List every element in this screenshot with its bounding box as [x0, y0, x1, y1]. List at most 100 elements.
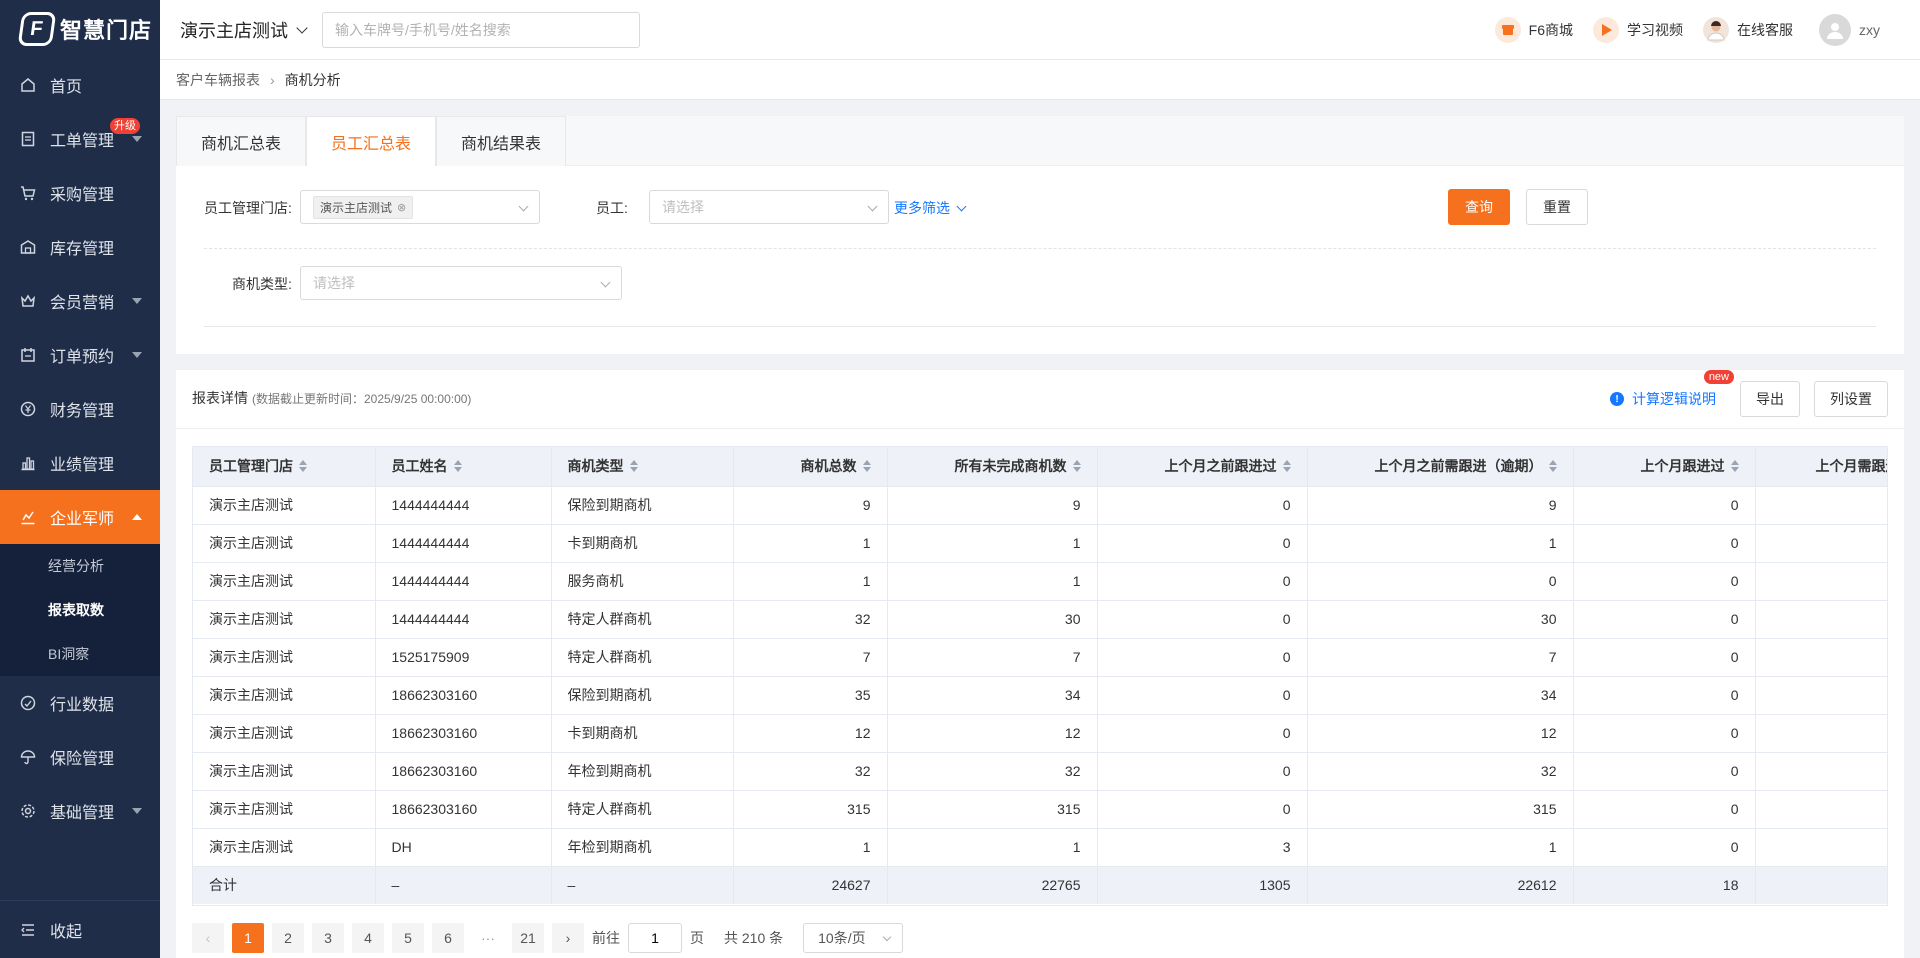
- column-header[interactable]: 商机类型: [551, 447, 734, 486]
- breadcrumb-parent[interactable]: 客户车辆报表: [176, 70, 260, 90]
- report-table-wrapper[interactable]: 员工管理门店 员工姓名 商机类型 商机总数 所有未完成商机数 上个月之前跟进过 …: [192, 446, 1888, 906]
- sub-item-bi-insight[interactable]: BI洞察: [0, 632, 160, 676]
- online-service-label: 在线客服: [1737, 22, 1793, 38]
- column-header[interactable]: 员工姓名: [375, 447, 552, 486]
- sort-icon[interactable]: [1282, 460, 1291, 473]
- table-cell: 演示主店测试: [193, 561, 376, 600]
- sidebar-item-insurance[interactable]: 保险管理: [0, 730, 160, 784]
- column-header[interactable]: 商机总数: [733, 447, 888, 486]
- table-cell: [1755, 865, 1887, 904]
- sidebar-item-member[interactable]: 会员营销: [0, 274, 160, 328]
- page-ellipsis[interactable]: ···: [472, 923, 504, 953]
- table-cell: 合计: [193, 865, 376, 904]
- crown-icon: [20, 293, 36, 309]
- page-button[interactable]: 5: [392, 923, 424, 953]
- more-filters-link[interactable]: 更多筛选: [894, 198, 967, 218]
- sidebar-item-performance[interactable]: 业绩管理: [0, 436, 160, 490]
- store-filter-select[interactable]: 演示主店测试 ⊗: [300, 190, 540, 224]
- column-header[interactable]: 上个月之前跟进过: [1097, 447, 1308, 486]
- table-cell: 0: [1573, 713, 1756, 752]
- column-header[interactable]: 所有未完成商机数: [887, 447, 1098, 486]
- page-button[interactable]: 21: [512, 923, 544, 953]
- prev-page-button[interactable]: ‹: [192, 923, 224, 953]
- table-cell: 0: [1307, 561, 1574, 600]
- next-page-button[interactable]: ›: [552, 923, 584, 953]
- sidebar-item-home[interactable]: 首页: [0, 58, 160, 112]
- page-size-select[interactable]: 10条/页: [803, 923, 904, 953]
- document-icon: [20, 131, 36, 147]
- global-search-input[interactable]: [322, 11, 640, 48]
- table-cell: 特定人群商机: [551, 789, 734, 828]
- column-header[interactable]: 员工管理门店: [193, 447, 376, 486]
- page-button[interactable]: 2: [272, 923, 304, 953]
- employee-filter-label: 员工:: [596, 200, 628, 216]
- sub-item-business-analysis[interactable]: 经营分析: [0, 544, 160, 588]
- calc-logic-link[interactable]: ! 计算逻辑说明: [1610, 389, 1716, 409]
- table-cell: 0: [1573, 485, 1756, 524]
- type-filter-label: 商机类型:: [232, 276, 292, 292]
- user-menu[interactable]: zxy: [1819, 14, 1880, 46]
- logo[interactable]: F 智慧门店: [0, 0, 160, 58]
- table-cell: 24627: [733, 865, 888, 904]
- table-cell: 34: [1307, 675, 1574, 714]
- table-cell: 3: [1097, 827, 1308, 866]
- sort-icon[interactable]: [1072, 460, 1081, 473]
- query-button[interactable]: 查询: [1448, 189, 1510, 225]
- sidebar-item-finance[interactable]: 财务管理: [0, 382, 160, 436]
- column-header[interactable]: 上个月跟进过: [1573, 447, 1756, 486]
- table-row: 演示主店测试 DH 年检到期商机 1 1 3 1 0: [193, 827, 1887, 866]
- store-filter-tag[interactable]: 演示主店测试 ⊗: [313, 195, 414, 219]
- employee-filter-select[interactable]: 请选择: [649, 190, 889, 224]
- reset-button[interactable]: 重置: [1526, 189, 1588, 225]
- sidebar-collapse-button[interactable]: 收起: [0, 900, 160, 958]
- sort-icon[interactable]: [1548, 460, 1557, 473]
- chevron-right-icon: ›: [270, 71, 275, 88]
- page-button[interactable]: 4: [352, 923, 384, 953]
- sort-icon[interactable]: [629, 460, 638, 473]
- online-service-link[interactable]: 在线客服: [1703, 17, 1793, 43]
- page-button[interactable]: 3: [312, 923, 344, 953]
- type-filter-select[interactable]: 请选择: [300, 266, 622, 300]
- table-row: 演示主店测试 18662303160 卡到期商机 12 12 0 12 0: [193, 713, 1887, 752]
- learning-video-link[interactable]: 学习视频: [1593, 17, 1683, 43]
- sidebar-item-basic[interactable]: 基础管理: [0, 784, 160, 838]
- page-button[interactable]: 6: [432, 923, 464, 953]
- column-settings-button[interactable]: 列设置: [1814, 381, 1888, 417]
- sidebar-item-purchase[interactable]: 采购管理: [0, 166, 160, 220]
- column-header[interactable]: 上个月需跟进: [1755, 447, 1887, 486]
- table-cell: 1: [733, 827, 888, 866]
- table-cell: 演示主店测试: [193, 827, 376, 866]
- page-button[interactable]: 1: [232, 923, 264, 953]
- sidebar-item-advisor[interactable]: 企业军师: [0, 490, 160, 544]
- sidebar-item-industry[interactable]: 行业数据: [0, 676, 160, 730]
- tab-employee-summary[interactable]: 员工汇总表: [306, 116, 437, 166]
- column-header[interactable]: 上个月之前需跟进（逾期）: [1307, 447, 1574, 486]
- sort-icon[interactable]: [1730, 460, 1739, 473]
- table-cell: 0: [1097, 523, 1308, 562]
- sort-icon[interactable]: [453, 460, 462, 473]
- sidebar-item-label: 保险管理: [50, 751, 115, 768]
- sidebar-item-label: 首页: [50, 79, 83, 96]
- f6-mall-link[interactable]: F6商城: [1494, 17, 1573, 43]
- sidebar-item-workorder[interactable]: 工单管理 升级: [0, 112, 160, 166]
- close-icon[interactable]: ⊗: [397, 201, 406, 214]
- table-cell: 1444444444: [375, 599, 552, 638]
- advisor-submenu: 经营分析 报表取数 BI洞察: [0, 544, 160, 676]
- table-cell: 34: [887, 675, 1098, 714]
- sort-icon[interactable]: [299, 460, 307, 473]
- sidebar-item-inventory[interactable]: 库存管理: [0, 220, 160, 274]
- collapse-label: 收起: [50, 923, 83, 941]
- export-button[interactable]: 导出: [1740, 381, 1800, 417]
- goto-page-input[interactable]: [628, 923, 682, 953]
- pagination: ‹ 1 2 3 4 5 6 ··· 21 › 前往 页 共 210 条 10条/…: [192, 922, 904, 954]
- tab-opportunity-result[interactable]: 商机结果表: [436, 116, 567, 166]
- sidebar-item-label: 工单管理: [50, 133, 115, 150]
- store-switcher[interactable]: 演示主店测试: [180, 17, 308, 43]
- sidebar-item-order[interactable]: 订单预约: [0, 328, 160, 382]
- sub-item-report-fetch[interactable]: 报表取数: [0, 588, 160, 632]
- tab-opportunity-summary[interactable]: 商机汇总表: [176, 116, 307, 166]
- table-cell: 0: [1097, 713, 1308, 752]
- table-cell: 32: [733, 599, 888, 638]
- sort-icon[interactable]: [862, 460, 871, 473]
- f6-mall-label: F6商城: [1528, 22, 1573, 38]
